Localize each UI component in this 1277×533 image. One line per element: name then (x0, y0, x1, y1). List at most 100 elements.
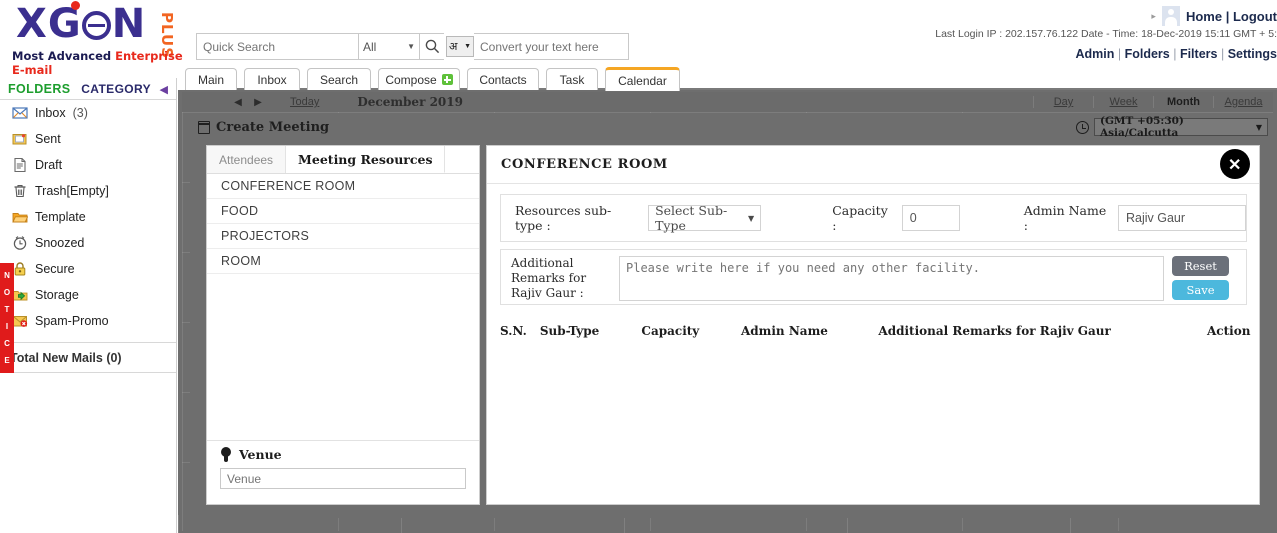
link-separator: | (1225, 8, 1230, 24)
search-scope-dropdown[interactable]: All ▼ (358, 33, 420, 60)
notice-letter: E (4, 356, 10, 365)
account-email-masked (1141, 10, 1145, 22)
tab-main[interactable]: Main (185, 68, 237, 90)
admin-link[interactable]: Admin (1075, 47, 1114, 61)
venue-section: Venue (207, 440, 479, 504)
admin-name-input[interactable] (1118, 205, 1246, 231)
sidebar-item-sent[interactable]: Sent (0, 126, 176, 152)
notice-side-tab[interactable]: N O T I C E (0, 263, 14, 373)
avatar[interactable] (1161, 6, 1180, 26)
filters-link[interactable]: Filters (1180, 47, 1218, 61)
search-icon[interactable] (420, 33, 444, 60)
inbox-icon (12, 107, 28, 119)
tab-task[interactable]: Task (546, 68, 598, 90)
create-meeting-modal: Create Meeting (GMT +05:30) Asia/Calcutt… (190, 113, 1276, 518)
sidebar-item-spam-promo[interactable]: Spam-Promo (0, 308, 176, 334)
home-link[interactable]: Home (1186, 9, 1222, 24)
transliteration-input[interactable] (474, 33, 629, 60)
logo-dot (71, 1, 80, 10)
tab-calendar[interactable]: Calendar (605, 67, 680, 91)
folders-link[interactable]: Folders (1125, 47, 1170, 61)
sidebar-divider (0, 372, 176, 373)
last-login-info: Last Login IP : 202.157.76.122 Date - Ti… (935, 28, 1277, 40)
language-toggle[interactable]: अ ▼ (446, 36, 474, 57)
calendar-today-button[interactable]: Today (290, 96, 319, 108)
remarks-label: Additional Remarks for Rajiv Gaur : (511, 256, 587, 300)
col-subtype: Sub-Type (539, 324, 600, 338)
resource-item-room[interactable]: ROOM (207, 249, 479, 274)
remarks-textarea[interactable] (619, 256, 1164, 301)
sidebar-item-secure[interactable]: Secure (0, 256, 176, 282)
tab-search[interactable]: Search (307, 68, 371, 90)
timezone-selector[interactable]: (GMT +05:30) Asia/Calcutta ▼ (1076, 115, 1268, 139)
notice-letter: N (4, 271, 10, 280)
admin-links-bar: Admin | Folders | Filters | Settings (1075, 47, 1277, 61)
notice-letter: C (4, 339, 10, 348)
sidebar-item-inbox[interactable]: Inbox (3) (0, 100, 176, 126)
settings-link[interactable]: Settings (1228, 47, 1277, 61)
sidebar-item-trash[interactable]: Trash[Empty] (0, 178, 176, 204)
sidebar-item-label: Storage (35, 288, 79, 302)
calendar-view-agenda[interactable]: Agenda (1213, 96, 1273, 108)
col-remarks: Additional Remarks for Rajiv Gaur (878, 324, 1111, 338)
capacity-input[interactable] (901, 205, 960, 231)
sidebar-header: FOLDERS CATEGORY ◀ (0, 78, 176, 100)
plus-icon (441, 74, 453, 85)
notice-letter: I (5, 322, 9, 331)
col-capacity: Capacity (641, 324, 700, 338)
logout-link[interactable]: Logout (1233, 9, 1277, 24)
category-title: CATEGORY (81, 81, 152, 96)
calendar-toolbar: ◀ ▶ Today December 2019 Day Week Month A… (182, 92, 1273, 112)
subtype-dropdown[interactable]: Select Sub-Type ▼ (648, 203, 762, 233)
resource-item-projectors[interactable]: PROJECTORS (207, 224, 479, 249)
calendar-view-month[interactable]: Month (1153, 96, 1213, 108)
search-input[interactable] (196, 33, 358, 60)
remarks-buttons: Reset Save (1172, 256, 1229, 300)
chevron-left-icon: ◀ (159, 83, 168, 96)
calendar-view-day[interactable]: Day (1033, 96, 1093, 108)
resources-tabstrip: Attendees Meeting Resources (207, 146, 479, 174)
chevron-down-icon: ▼ (407, 42, 415, 51)
resource-detail-panel: CONFERENCE ROOM ✕ Resources sub-type : S… (486, 145, 1260, 505)
sidebar-item-snoozed[interactable]: Snoozed (0, 230, 176, 256)
calendar-view-week[interactable]: Week (1093, 96, 1153, 108)
timezone-dropdown[interactable]: (GMT +05:30) Asia/Calcutta ▼ (1094, 115, 1268, 139)
link-separator: | (1173, 47, 1177, 61)
tab-contacts[interactable]: Contacts (467, 68, 539, 90)
reset-button[interactable]: Reset (1172, 256, 1229, 276)
xgen-logo[interactable]: XG N PLUS Most Advanced Enterprise E-mail (8, 1, 188, 77)
calendar-prev-button[interactable]: ◀ (228, 93, 248, 111)
save-button[interactable]: Save (1172, 280, 1229, 300)
tab-compose[interactable]: Compose (378, 68, 460, 90)
sidebar-item-label: Trash[Empty] (35, 184, 109, 198)
col-admin: Admin Name (740, 324, 828, 338)
home-logout-links: Home | Logout (1186, 9, 1277, 24)
folders-title: FOLDERS (8, 81, 71, 96)
search-toolbar: All ▼ अ ▼ (196, 33, 629, 60)
sidebar-item-label: Snoozed (35, 236, 85, 250)
search-scope-value: All (363, 39, 377, 54)
tab-inbox[interactable]: Inbox (244, 68, 300, 90)
calendar-next-button[interactable]: ▶ (248, 93, 268, 111)
resource-item-food[interactable]: FOOD (207, 199, 479, 224)
resource-fields-row: Resources sub-type : Select Sub-Type ▼ C… (500, 194, 1247, 242)
language-glyph: अ (449, 41, 458, 53)
tab-attendees[interactable]: Attendees (207, 146, 287, 173)
link-separator: | (1220, 47, 1225, 61)
sidebar-item-draft[interactable]: Draft (0, 152, 176, 178)
chevron-down-icon: ▼ (748, 213, 755, 223)
chevron-right-icon: ▸ (1151, 10, 1156, 21)
sidebar-item-storage[interactable]: Storage (0, 282, 176, 308)
venue-input[interactable] (220, 468, 466, 489)
detail-header: CONFERENCE ROOM ✕ (487, 146, 1259, 184)
storage-icon (12, 291, 28, 301)
location-pin-icon (220, 447, 232, 462)
sent-icon (12, 134, 27, 145)
admin-name-label: Admin Name : (1023, 203, 1107, 233)
logo-tagline: Most Advanced Enterprise E-mail (12, 49, 188, 77)
category-group[interactable]: CATEGORY ◀ (81, 80, 168, 98)
close-icon[interactable]: ✕ (1220, 149, 1250, 179)
resource-item-conference-room[interactable]: CONFERENCE ROOM (207, 174, 479, 199)
sidebar-item-template[interactable]: Template (0, 204, 176, 230)
tab-meeting-resources[interactable]: Meeting Resources (286, 146, 446, 173)
